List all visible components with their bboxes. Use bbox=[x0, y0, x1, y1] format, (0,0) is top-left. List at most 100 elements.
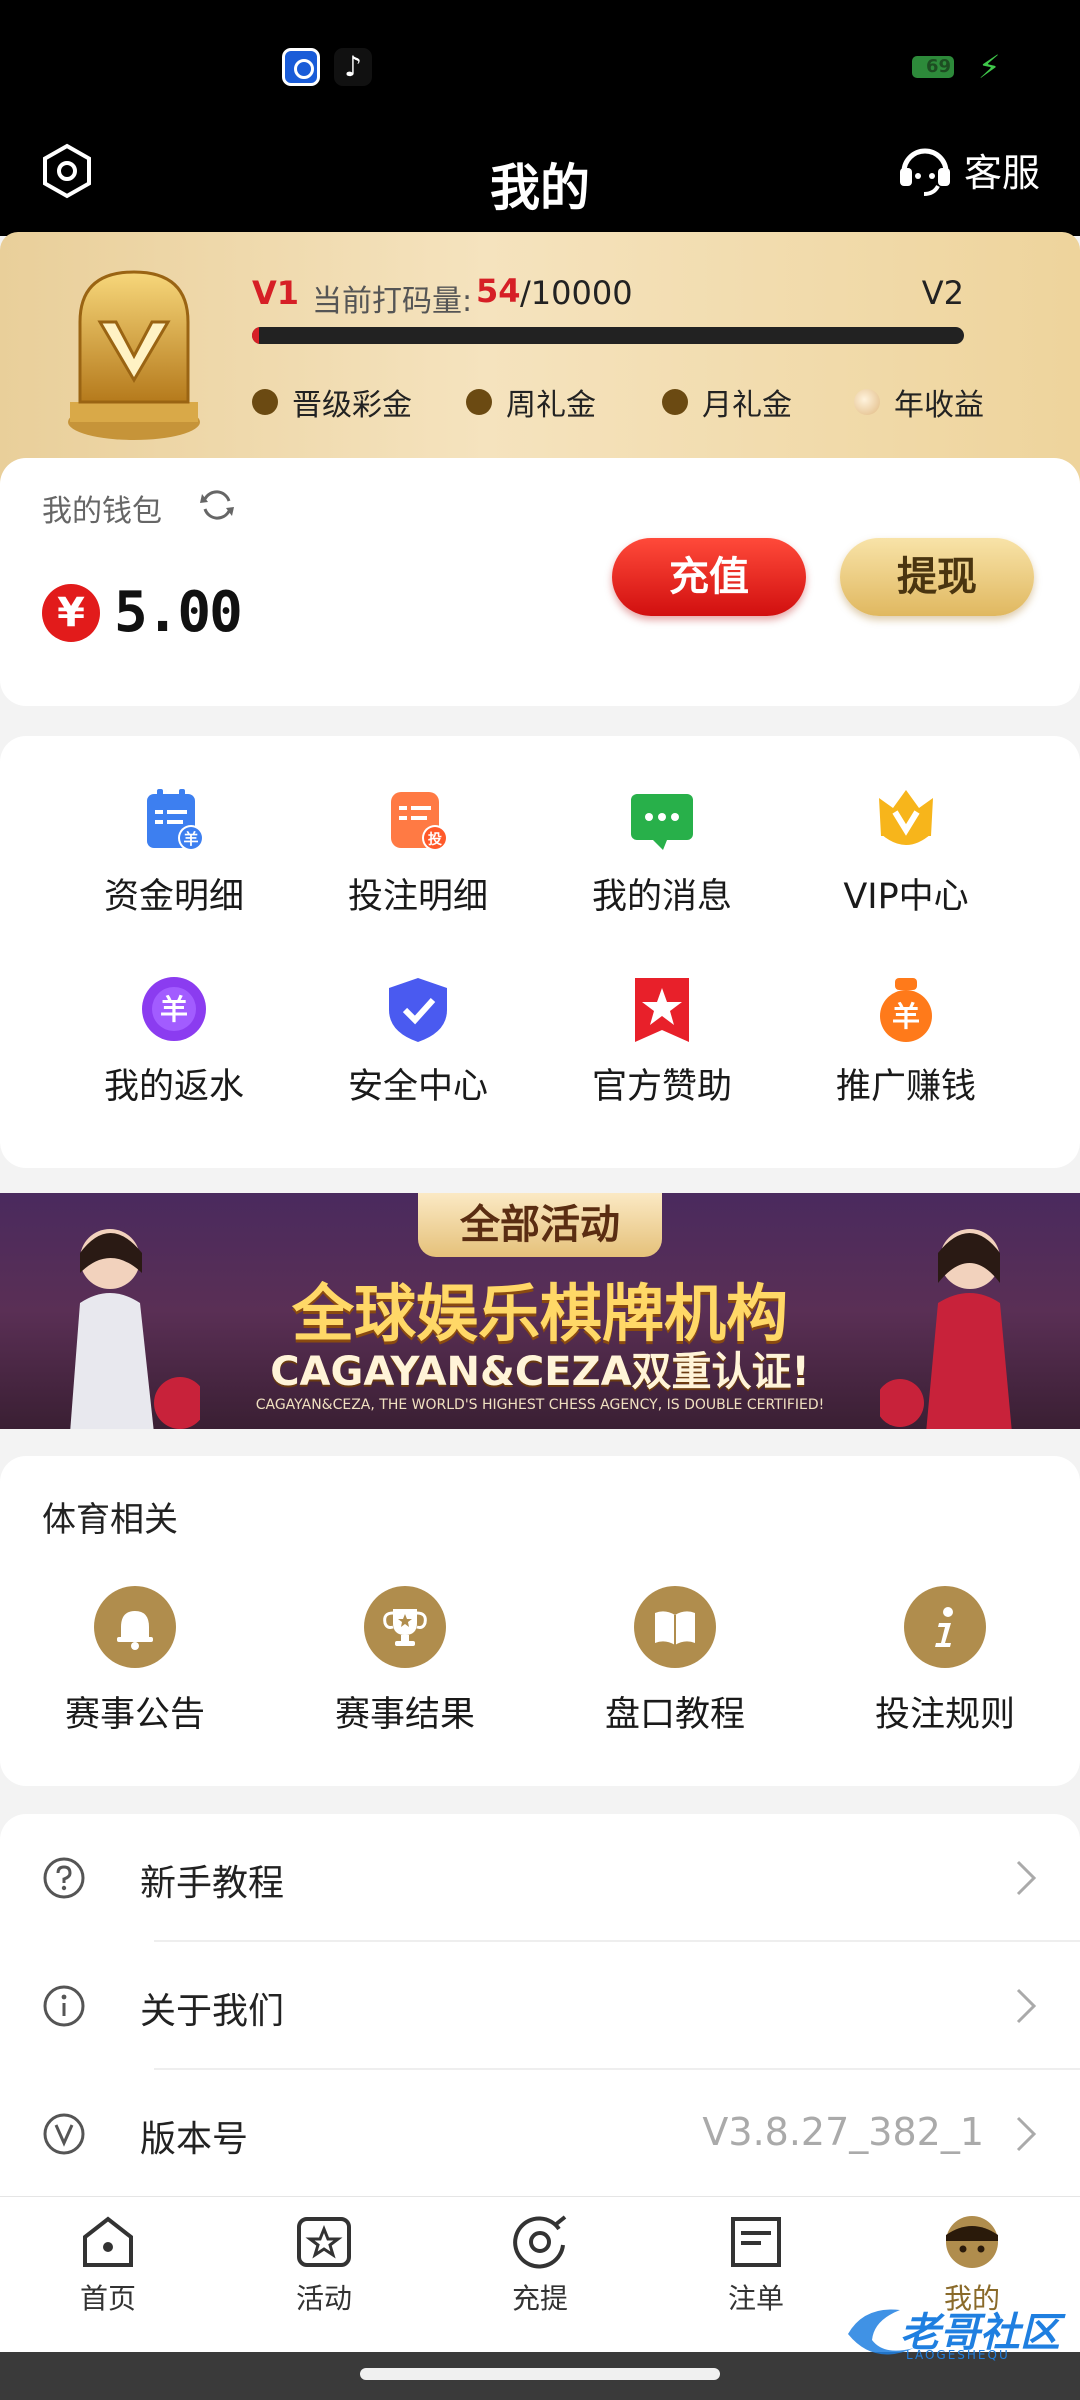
banner-subtitle: CAGAYAN&CEZA双重认证! bbox=[270, 1349, 810, 1395]
level-progress-bar bbox=[252, 327, 964, 344]
deposit-withdraw-icon bbox=[513, 2215, 567, 2269]
banner-hostess-right-image bbox=[880, 1229, 1012, 1429]
sports-item-announcement[interactable]: 赛事公告 bbox=[0, 1586, 270, 1737]
banner-caption: CAGAYAN&CEZA, THE WORLD'S HIGHEST CHESS … bbox=[255, 1397, 825, 1413]
sports-section: 体育相关 赛事公告 赛事结果 盘口教程 投注规则 bbox=[0, 1456, 1080, 1786]
quick-icon-glyph: 羊 bbox=[160, 993, 188, 1026]
sports-item-tutorial[interactable]: 盘口教程 bbox=[540, 1586, 810, 1737]
perk-dot-icon bbox=[466, 389, 492, 415]
perk-dot-icon bbox=[854, 389, 880, 415]
headset-icon bbox=[899, 148, 950, 196]
quick-link-label: 投注明细 bbox=[347, 877, 488, 917]
sports-item-icon-bg bbox=[94, 1586, 176, 1668]
settings-menu: 新手教程 关于我们 版本号 V3.8.27_382_1 bbox=[0, 1814, 1080, 2196]
quick-link-sponsorship[interactable]: 官方赞助 bbox=[542, 974, 782, 1134]
rebate-icon: 羊 bbox=[142, 977, 206, 1041]
battery-icon: 69 bbox=[912, 56, 954, 78]
menu-item-label: 关于我们 bbox=[140, 1991, 285, 2032]
refresh-icon[interactable] bbox=[198, 486, 236, 524]
level-progress-fill bbox=[252, 327, 260, 344]
profile-icon bbox=[946, 2216, 998, 2268]
tab-label: 首页 bbox=[79, 2282, 136, 2315]
sports-item-icon-bg bbox=[904, 1586, 986, 1668]
home-indicator[interactable] bbox=[360, 2368, 720, 2380]
perk-label: 年收益 bbox=[894, 388, 984, 423]
quick-link-label: 资金明细 bbox=[103, 877, 244, 917]
sports-item-results[interactable]: 赛事结果 bbox=[270, 1586, 540, 1737]
perk-label: 晋级彩金 bbox=[292, 388, 412, 423]
info-circle-icon bbox=[43, 1985, 85, 2027]
trophy-icon bbox=[383, 1609, 427, 1646]
sports-item-icon-bg bbox=[364, 1586, 446, 1668]
withdraw-button[interactable]: 提现 bbox=[840, 538, 1034, 616]
money-bag-icon: 羊 bbox=[880, 978, 932, 1042]
quick-link-bet-detail[interactable]: 投 投注明细 bbox=[298, 784, 538, 944]
tab-label: 充提 bbox=[511, 2282, 568, 2315]
wallet-balance: 5.00 bbox=[114, 580, 243, 645]
banner-tag: 全部活动 bbox=[418, 1193, 662, 1257]
menu-item-label: 新手教程 bbox=[140, 1863, 285, 1904]
tiktok-icon: ♪ bbox=[334, 48, 372, 86]
quick-link-fund-detail[interactable]: 羊 资金明细 bbox=[54, 784, 294, 944]
deposit-button[interactable]: 充值 bbox=[612, 538, 806, 616]
sports-item-rules[interactable]: 投注规则 bbox=[810, 1586, 1080, 1737]
chevron-right-icon bbox=[1016, 2116, 1037, 2152]
bet-detail-icon: 投 bbox=[391, 792, 448, 851]
tab-activity[interactable]: 活动 bbox=[244, 2211, 404, 2317]
quick-link-label: 我的消息 bbox=[591, 877, 732, 917]
version-value: V3.8.27_382_1 bbox=[702, 2110, 984, 2154]
wallet-card: 我的钱包 ¥ 5.00 充值 提现 bbox=[0, 458, 1080, 706]
question-icon bbox=[43, 1857, 85, 1899]
quick-link-vip-center[interactable]: VIP中心 bbox=[786, 784, 1026, 944]
quick-icon-glyph: 羊 bbox=[892, 1000, 920, 1033]
notification-app-icon bbox=[282, 48, 320, 86]
menu-item-beginner-guide[interactable]: 新手教程 bbox=[0, 1814, 1080, 1942]
vip-level-card[interactable]: V1 当前打码量: 54 /10000 V2 晋级彩金 周礼金 月礼金 年收益 bbox=[0, 232, 1080, 492]
tab-deposit-withdraw[interactable]: 充提 bbox=[460, 2211, 620, 2317]
betting-volume-target: /10000 bbox=[520, 274, 633, 312]
quick-link-label: 推广赚钱 bbox=[835, 1067, 976, 1107]
banner-hostess-left-image bbox=[70, 1229, 200, 1429]
book-icon bbox=[655, 1611, 695, 1645]
perk-dot-icon bbox=[252, 389, 278, 415]
quick-link-security[interactable]: 安全中心 bbox=[298, 974, 538, 1134]
promo-banner[interactable]: 全部活动 全球娱乐棋牌机构 CAGAYAN&CEZA双重认证! CAGAYAN&… bbox=[0, 1193, 1080, 1429]
info-icon bbox=[935, 1607, 953, 1647]
perk-dot-icon bbox=[662, 389, 688, 415]
current-level: V1 bbox=[252, 274, 300, 312]
tab-home[interactable]: 首页 bbox=[28, 2211, 188, 2317]
quick-link-promotion[interactable]: 羊 推广赚钱 bbox=[786, 974, 1026, 1134]
quick-link-label: 安全中心 bbox=[347, 1067, 488, 1107]
quick-link-rebate[interactable]: 羊 我的返水 bbox=[54, 974, 294, 1134]
sports-section-title: 体育相关 bbox=[42, 1500, 178, 1540]
home-icon bbox=[83, 2216, 133, 2267]
quick-link-label: VIP中心 bbox=[843, 877, 969, 917]
perk-monthly-gift: 月礼金 bbox=[662, 380, 792, 424]
customer-service-button[interactable]: 客服 bbox=[894, 138, 1040, 200]
menu-item-about-us[interactable]: 关于我们 bbox=[0, 1942, 1080, 2070]
wallet-label: 我的钱包 bbox=[42, 494, 162, 529]
menu-item-version[interactable]: 版本号 V3.8.27_382_1 bbox=[0, 2070, 1080, 2198]
tab-bet-slip[interactable]: 注单 bbox=[676, 2211, 836, 2317]
perk-upgrade-bonus: 晋级彩金 bbox=[252, 380, 412, 424]
next-level: V2 bbox=[921, 274, 964, 312]
perk-label: 周礼金 bbox=[506, 388, 596, 423]
star-flag-icon bbox=[635, 978, 689, 1042]
sports-item-label: 盘口教程 bbox=[604, 1695, 745, 1735]
page-header: 我的 客服 bbox=[0, 132, 1080, 236]
menu-item-label: 版本号 bbox=[140, 2119, 249, 2160]
status-bar: ♪ 69 ⚡ bbox=[0, 0, 1080, 132]
quick-icon-glyph: 羊 bbox=[183, 830, 198, 848]
charging-icon: ⚡ bbox=[978, 48, 1001, 86]
quick-icon-glyph: 投 bbox=[428, 832, 442, 848]
customer-service-label: 客服 bbox=[963, 150, 1040, 195]
vip-perks: 晋级彩金 周礼金 月礼金 年收益 bbox=[252, 380, 992, 423]
perk-label: 月礼金 bbox=[702, 388, 792, 423]
vip-crown-icon bbox=[879, 790, 933, 845]
chevron-right-icon bbox=[1016, 1988, 1037, 2024]
sports-item-label: 投注规则 bbox=[874, 1695, 1015, 1735]
tab-label: 活动 bbox=[295, 2282, 352, 2315]
quick-link-messages[interactable]: 我的消息 bbox=[542, 784, 782, 944]
quick-link-label: 我的返水 bbox=[103, 1067, 244, 1107]
sports-item-icon-bg bbox=[634, 1586, 716, 1668]
